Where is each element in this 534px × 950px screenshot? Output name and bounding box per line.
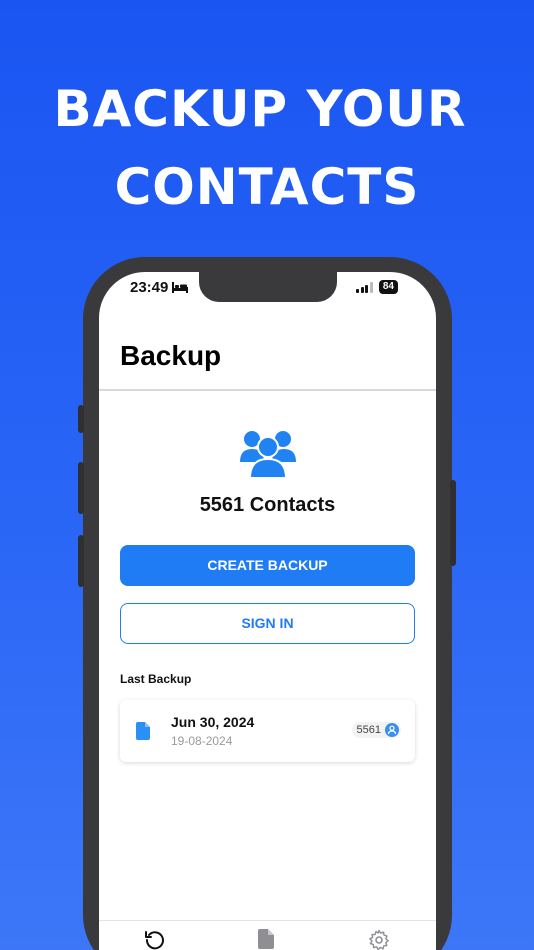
page-title: Backup (120, 340, 222, 371)
tab-bar (99, 920, 436, 950)
document-icon (136, 722, 150, 740)
last-backup-card[interactable]: Jun 30, 2024 19-08-2024 5561 (120, 700, 415, 762)
tab-backup[interactable] (144, 929, 166, 950)
header-divider (99, 389, 436, 391)
volume-down-button (78, 535, 84, 587)
backup-date: Jun 30, 2024 (171, 714, 255, 730)
last-backup-heading: Last Backup (120, 672, 192, 686)
sleep-bed-icon (172, 282, 189, 293)
sign-in-button[interactable]: SIGN IN (120, 603, 415, 644)
person-icon (385, 723, 399, 737)
backup-count: 5561 (356, 724, 381, 736)
notch (199, 272, 337, 302)
status-time-text: 23:49 (130, 279, 169, 296)
promo-headline: BACKUP YOUR CONTACTS (0, 70, 534, 226)
status-time: 23:49 (130, 279, 189, 296)
phone-screen: 23:49 84 Backup 5561 Contacts CREATE BAC… (99, 272, 436, 950)
tab-files[interactable] (258, 929, 274, 950)
power-button (450, 480, 456, 566)
status-indicators: 84 (356, 280, 398, 294)
mute-switch (78, 405, 84, 433)
gear-icon (369, 929, 389, 950)
tab-settings[interactable] (368, 929, 390, 950)
document-icon (258, 929, 274, 949)
contacts-group-icon (240, 431, 296, 478)
battery-level: 84 (382, 281, 394, 292)
battery-icon: 84 (378, 280, 398, 294)
history-icon (145, 931, 164, 950)
headline-line-2: CONTACTS (114, 158, 420, 216)
contacts-count: 5561 Contacts (199, 494, 336, 516)
cellular-signal-icon (356, 281, 373, 293)
headline-line-1: BACKUP YOUR (53, 80, 467, 138)
backup-subdate: 19-08-2024 (171, 734, 233, 748)
volume-up-button (78, 462, 84, 514)
create-backup-button[interactable]: CREATE BACKUP (120, 545, 415, 586)
backup-count-badge: 5561 (351, 722, 401, 738)
